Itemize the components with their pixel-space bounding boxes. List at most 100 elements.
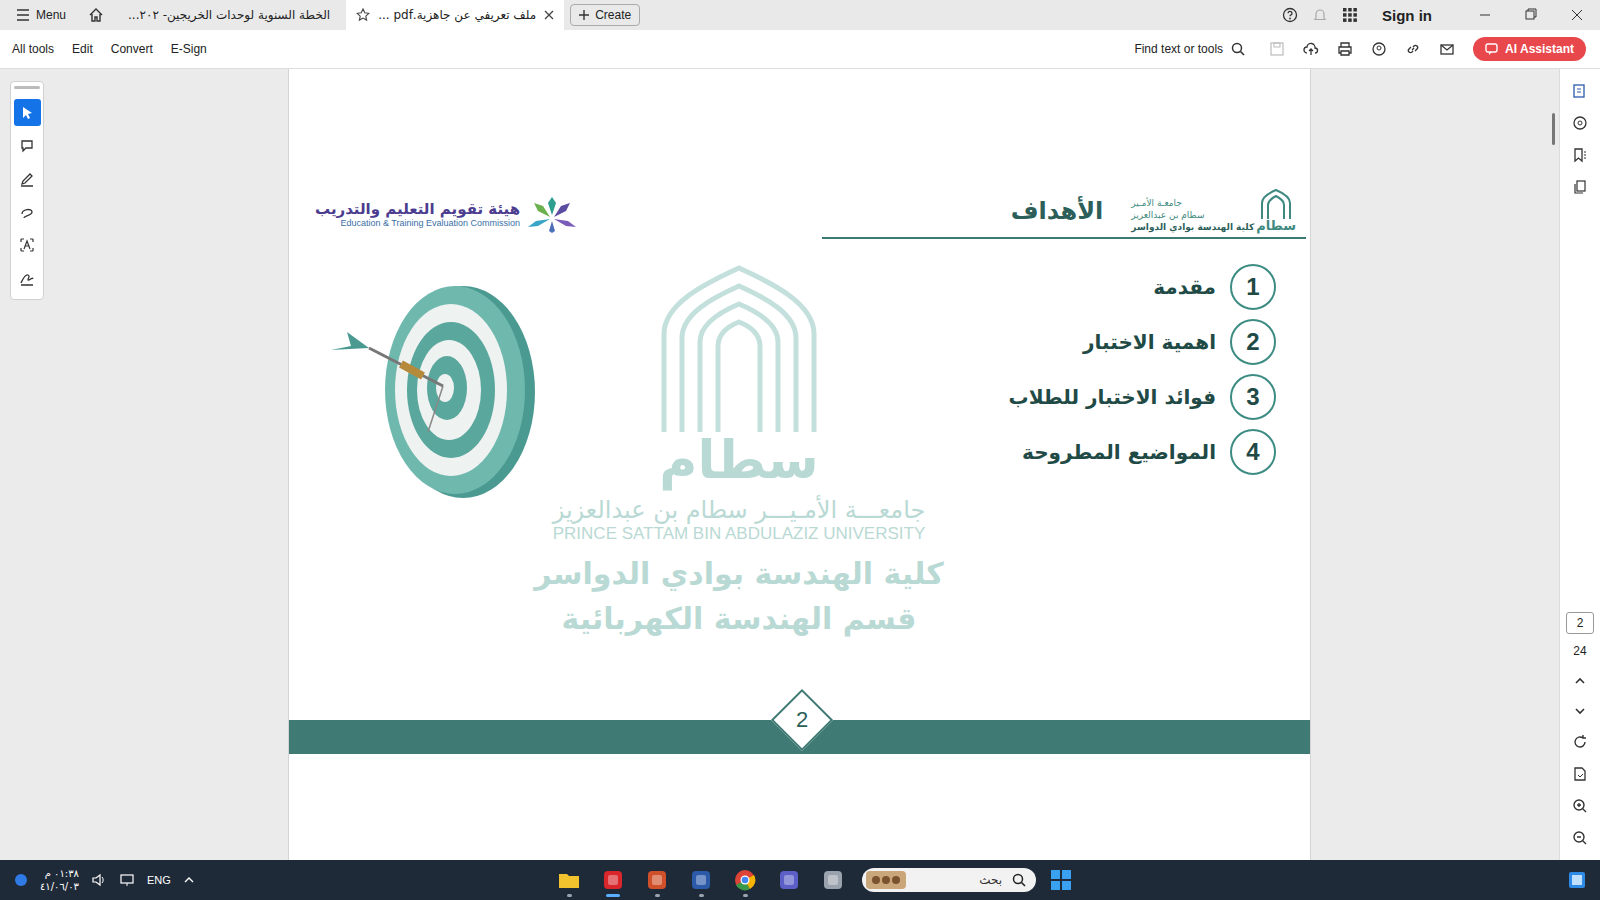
- tool-button[interactable]: [14, 264, 41, 291]
- search-icon: [1231, 42, 1245, 56]
- acrobat-icon: [602, 869, 624, 891]
- plus-icon: [579, 10, 589, 20]
- minimize-icon[interactable]: [1462, 0, 1508, 30]
- document-tab[interactable]: ملف تعريفي عن جاهزية.pdf ...: [346, 0, 564, 30]
- tool-button[interactable]: [14, 231, 41, 258]
- toolbar: All tools Edit Convert E-Sign Find text or …: [0, 30, 1600, 69]
- tray-chevron-icon[interactable]: [183, 874, 195, 886]
- tool-button[interactable]: [14, 165, 41, 192]
- hamburger-icon: [16, 9, 30, 21]
- sign-in-button[interactable]: Sign in: [1382, 7, 1432, 24]
- zoom-in-icon[interactable]: [1572, 798, 1588, 814]
- taskbar-app[interactable]: [818, 862, 848, 898]
- small-arch-icon: [1259, 189, 1293, 219]
- taskbar-search[interactable]: بحث: [862, 868, 1036, 892]
- chevron-up-icon[interactable]: [1573, 674, 1587, 688]
- page-number-badge: 2: [770, 689, 832, 751]
- teams-icon: [778, 869, 800, 891]
- watermark: سطام جامعـــة الأمـيـــر سطام بن عبدالعز…: [519, 264, 959, 636]
- chrome-icon: [734, 869, 756, 891]
- upload-cloud-icon[interactable]: [1303, 41, 1319, 57]
- window-icon: [822, 869, 844, 891]
- word-icon: [690, 869, 712, 891]
- slide-title: الأهداف: [1011, 197, 1104, 225]
- find-field[interactable]: Find text or tools: [1134, 42, 1245, 56]
- select-icon: [19, 105, 35, 121]
- pages-icon[interactable]: [1572, 179, 1588, 195]
- edit-panel-icon[interactable]: [1572, 83, 1588, 99]
- arch-logo-icon: [654, 264, 824, 434]
- number-badge: 2: [1230, 319, 1276, 365]
- print-icon[interactable]: [1337, 41, 1353, 57]
- bookmark-icon[interactable]: [1572, 147, 1588, 163]
- comments-icon[interactable]: [1572, 115, 1588, 131]
- save-icon[interactable]: [1269, 41, 1285, 57]
- toolbar-menu-item[interactable]: E-Sign: [171, 42, 207, 56]
- ai-assistant-button[interactable]: AI Assistant: [1473, 37, 1586, 61]
- screen: Menu الخطة السنوية لوحدات الخريجين- ٢٠٢.…: [0, 0, 1600, 900]
- page-total: 24: [1573, 644, 1586, 658]
- tool-button[interactable]: [14, 198, 41, 225]
- restore-icon[interactable]: [1508, 0, 1554, 30]
- taskbar-app[interactable]: [642, 862, 672, 898]
- speaker-icon[interactable]: [91, 872, 107, 888]
- document-viewport: سطام جامعـــة الأمـيـــر سطام بن عبدالعز…: [0, 69, 1549, 860]
- comment-icon: [19, 138, 35, 154]
- home-button[interactable]: [80, 7, 112, 23]
- text-icon: [19, 237, 35, 253]
- highlight-icon: [19, 171, 35, 187]
- share-icon[interactable]: [1371, 41, 1387, 57]
- target-dart-icon: [323, 282, 553, 502]
- tool-button[interactable]: [14, 132, 41, 159]
- taskbar-app[interactable]: [686, 862, 716, 898]
- taskbar: ٠١:٣٨ م ٤١/٠٦/٠٣ ENG بحث: [0, 860, 1600, 900]
- taskbar-app[interactable]: [598, 862, 628, 898]
- close-icon[interactable]: [544, 10, 554, 20]
- objective-item: اهمية الاختبار 2: [1009, 319, 1276, 365]
- draw-icon: [19, 204, 35, 220]
- toolbar-menu-item[interactable]: Convert: [111, 42, 153, 56]
- toolbar-menu-item[interactable]: All tools: [12, 42, 54, 56]
- explorer-icon: [558, 869, 580, 891]
- objective-item: المواضيع المطروحة 4: [1009, 429, 1276, 475]
- objectives-list: مقدمة 1اهمية الاختبار 2فوائد الاختبار لل…: [1009, 264, 1276, 475]
- star-icon[interactable]: [356, 8, 370, 22]
- taskbar-app[interactable]: [730, 862, 760, 898]
- tool-palette: [10, 81, 44, 300]
- mail-icon[interactable]: [1439, 41, 1455, 57]
- help-icon[interactable]: [1282, 7, 1298, 23]
- scrollbar[interactable]: [1549, 69, 1559, 860]
- right-panel: 2 24: [1559, 69, 1600, 860]
- commission-leaves-icon: [526, 195, 578, 233]
- home-icon: [88, 7, 104, 23]
- windows-start-icon[interactable]: [1050, 869, 1072, 891]
- document-tab[interactable]: الخطة السنوية لوحدات الخريجين- ٢٠٢...: [118, 0, 340, 30]
- system-tray: ٠١:٣٨ م ٤١/٠٦/٠٣ ENG: [14, 867, 554, 893]
- status-circle-icon[interactable]: [14, 873, 28, 887]
- page-number-field[interactable]: 2: [1566, 612, 1594, 634]
- window-close-icon[interactable]: [1554, 0, 1600, 30]
- number-badge: 4: [1230, 429, 1276, 475]
- bell-icon[interactable]: [1312, 7, 1328, 23]
- widgets-icon[interactable]: [1568, 871, 1586, 889]
- clock[interactable]: ٠١:٣٨ م ٤١/٠٦/٠٣: [40, 867, 79, 893]
- apps-icon[interactable]: [1342, 7, 1358, 23]
- objective-item: فوائد الاختبار للطلاب 3: [1009, 374, 1276, 420]
- taskbar-app[interactable]: [554, 862, 584, 898]
- rotate-icon[interactable]: [1572, 734, 1588, 750]
- display-icon[interactable]: [119, 872, 135, 888]
- link-icon[interactable]: [1405, 41, 1421, 57]
- chevron-down-icon[interactable]: [1573, 704, 1587, 718]
- menu-button[interactable]: Menu: [8, 8, 74, 22]
- workspace: سطام جامعـــة الأمـيـــر سطام بن عبدالعز…: [0, 69, 1600, 860]
- commission-logo: هيئة تقويم التعليم والتدريب Education & …: [315, 195, 578, 233]
- search-icon: [1012, 873, 1026, 887]
- page-extract-icon[interactable]: [1572, 766, 1588, 782]
- language-indicator[interactable]: ENG: [147, 874, 171, 886]
- toolbar-menu-item[interactable]: Edit: [72, 42, 93, 56]
- zoom-out-icon[interactable]: [1572, 830, 1588, 846]
- tool-button[interactable]: [14, 99, 41, 126]
- taskbar-app[interactable]: [774, 862, 804, 898]
- search-highlight-icon: [866, 871, 906, 889]
- create-button[interactable]: Create: [570, 4, 640, 26]
